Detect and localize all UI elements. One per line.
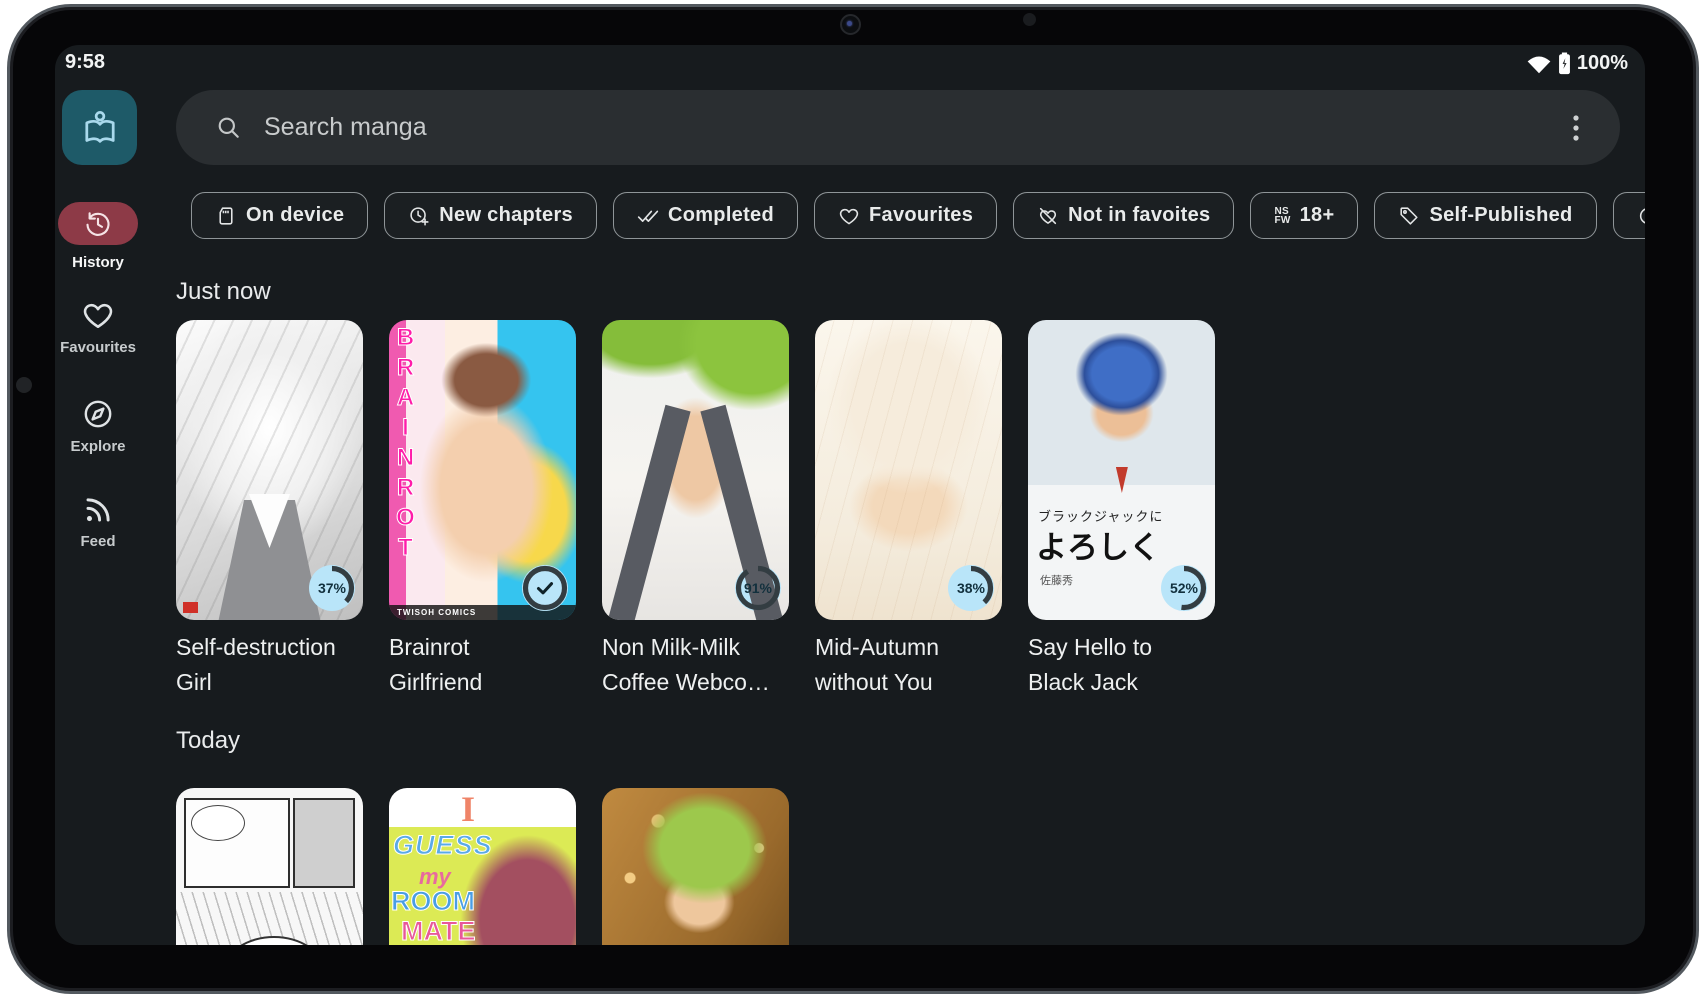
manga-card-self-destruction-girl[interactable]: 37% Self-destruction Girl	[176, 320, 363, 700]
manga-title: Self-destruction Girl	[176, 630, 381, 700]
sensor-dot	[1023, 13, 1036, 26]
history-icon	[83, 209, 113, 239]
nsfw-icon: NS FW	[1274, 207, 1290, 225]
manga-title: Say Hello to Black Jack	[1028, 630, 1233, 700]
manga-card-mid-autumn-without-you[interactable]: 38% Mid-Autumn without You	[815, 320, 1002, 700]
search-icon	[215, 114, 242, 141]
manga-card-brainrot-girlfriend[interactable]: BRAINROT TWISOH COMICS Brainrot Girlfrie…	[389, 320, 576, 700]
sidebar-label: Explore	[55, 438, 141, 455]
manga-cover-art: ブラックジャックに よろしく 佐藤秀 52%	[1028, 320, 1215, 620]
kebab-menu-icon	[1572, 113, 1580, 143]
book-reader-logo-icon	[78, 106, 122, 150]
heart-off-icon	[1037, 205, 1059, 227]
sidebar-label: Feed	[55, 533, 141, 550]
double-check-icon	[637, 205, 659, 227]
manga-title: Non Milk-Milk Coffee Webco…	[602, 630, 807, 700]
cover-vertical-title: BRAINROT	[391, 324, 419, 564]
manga-title: Brainrot Girlfriend	[389, 630, 594, 700]
chip-completed[interactable]: Completed	[613, 192, 798, 239]
status-icons: 100%	[1526, 52, 1628, 75]
manga-card-bar-girl[interactable]	[602, 788, 789, 945]
manga-cover-art	[602, 788, 789, 945]
wifi-icon	[1526, 53, 1552, 74]
rss-icon	[82, 494, 114, 526]
search-placeholder: Search manga	[264, 113, 1572, 142]
cover-speech-bubble	[224, 936, 324, 945]
status-time: 9:58	[65, 51, 105, 74]
battery-percent: 100%	[1577, 52, 1628, 75]
cover-panel	[293, 798, 355, 888]
chip-favourites[interactable]: Favourites	[814, 192, 997, 239]
app-screen: 9:58 100%	[55, 45, 1645, 945]
cover-title-line2: よろしく	[1036, 522, 1160, 567]
side-camera	[16, 377, 32, 393]
progress-percent: 52%	[1170, 580, 1198, 596]
search-bar[interactable]: Search manga	[176, 90, 1620, 165]
cover-panel	[184, 798, 290, 888]
sidebar-label: Favourites	[55, 339, 141, 356]
progress-percent: 37%	[318, 580, 346, 596]
chip-label: Self-Published	[1429, 204, 1572, 227]
manga-cover-art: I GUESS my ROOM MATE	[389, 788, 576, 945]
sidebar-item-history[interactable]: History	[55, 202, 141, 271]
section-header-just-now: Just now	[176, 278, 271, 306]
sidebar-item-feed[interactable]: Feed	[55, 494, 141, 550]
chip-self-published[interactable]: Self-Published	[1374, 192, 1596, 239]
cover-logo-mark	[183, 602, 198, 613]
partial-circle-icon	[1637, 205, 1645, 227]
heart-icon	[81, 298, 115, 332]
cover-text: I	[461, 788, 475, 830]
manga-card-guess-my-roommate[interactable]: I GUESS my ROOM MATE	[389, 788, 576, 945]
progress-percent: 38%	[957, 580, 985, 596]
battery-charging-icon	[1558, 52, 1571, 75]
manga-cover-art	[176, 788, 363, 945]
app-logo-button[interactable]	[62, 90, 137, 165]
progress-percent: 91%	[744, 580, 772, 596]
manga-card-say-hello-to-black-jack[interactable]: ブラックジャックに よろしく 佐藤秀 52% Say Hello to Blac…	[1028, 320, 1215, 700]
manga-title: Mid-Autumn without You	[815, 630, 1020, 700]
compass-icon	[81, 397, 115, 431]
chip-on-device[interactable]: On device	[191, 192, 368, 239]
sd-card-icon	[215, 205, 237, 227]
camera-lens	[847, 21, 852, 26]
chip-not-in-favourites[interactable]: Not in favoites	[1013, 192, 1234, 239]
progress-badge: 91%	[735, 565, 781, 611]
sidebar-item-explore[interactable]: Explore	[55, 397, 141, 455]
section-header-today: Today	[176, 727, 240, 755]
chip-label: Not in favoites	[1068, 204, 1210, 227]
progress-badge: 37%	[309, 565, 355, 611]
manga-cover-art: 38%	[815, 320, 1002, 620]
manga-card-non-milk-milk-coffee[interactable]: 91% Non Milk-Milk Coffee Webco…	[602, 320, 789, 700]
manga-cover-art: 91%	[602, 320, 789, 620]
front-camera	[840, 14, 861, 35]
progress-badge: 52%	[1161, 565, 1207, 611]
manga-card-bw-page[interactable]	[176, 788, 363, 945]
cover-author: 佐藤秀	[1040, 572, 1073, 588]
filter-chips-row: On device New chapters Completed	[191, 192, 1645, 239]
chip-label: Completed	[668, 204, 774, 227]
cover-text: MATE	[401, 916, 476, 945]
manga-cover-art: BRAINROT TWISOH COMICS	[389, 320, 576, 620]
tag-icon	[1398, 205, 1420, 227]
manga-cover-art: 37%	[176, 320, 363, 620]
clock-plus-icon	[408, 205, 430, 227]
chip-label: 18+	[1300, 204, 1335, 227]
progress-badge: 38%	[948, 565, 994, 611]
chip-18-plus[interactable]: NS FW 18+	[1250, 192, 1358, 239]
overflow-menu-button[interactable]	[1572, 113, 1580, 143]
chip-label: Favourites	[869, 204, 973, 227]
chip-new-chapters[interactable]: New chapters	[384, 192, 597, 239]
sidebar-label: History	[55, 254, 141, 271]
cover-text: GUESS	[393, 830, 493, 861]
sidebar-item-favourites[interactable]: Favourites	[55, 298, 141, 356]
selected-pill	[58, 202, 138, 245]
heart-icon	[838, 205, 860, 227]
cover-text: ROOM	[391, 886, 475, 917]
chip-partial[interactable]	[1613, 192, 1645, 239]
chip-label: New chapters	[439, 204, 573, 227]
chip-label: On device	[246, 204, 344, 227]
check-icon	[532, 575, 558, 601]
tablet-device: 9:58 100%	[0, 0, 1700, 1000]
progress-badge	[522, 565, 568, 611]
